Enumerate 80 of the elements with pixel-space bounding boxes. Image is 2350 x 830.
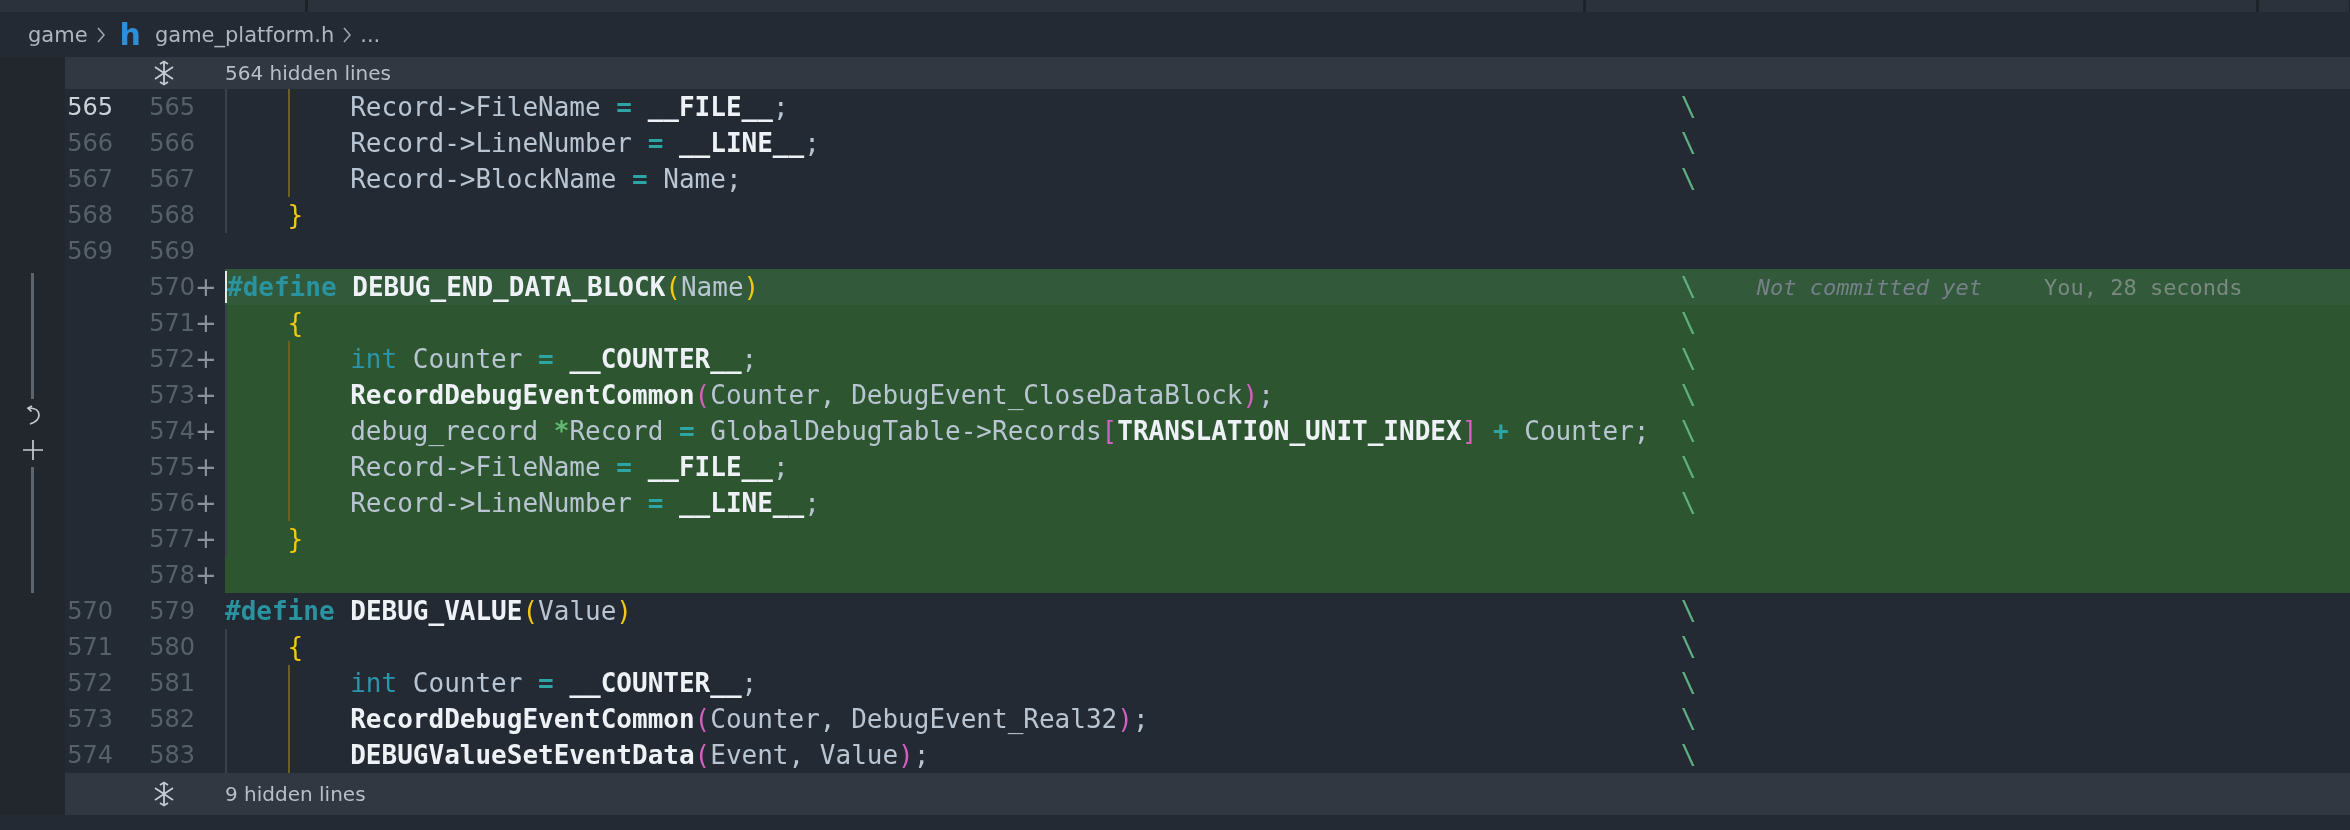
line-number: 572 bbox=[66, 668, 113, 699]
line-number: 567 bbox=[66, 164, 113, 195]
line-continuation: \ bbox=[1680, 632, 1697, 662]
line-number: 569 bbox=[66, 236, 113, 267]
line-number: 574 bbox=[148, 416, 195, 447]
line-number: 576 bbox=[148, 488, 195, 519]
line-number: 578 bbox=[148, 560, 195, 591]
hidden-lines-bar[interactable]: 9 hidden lines bbox=[65, 773, 2350, 815]
breadcrumb-item[interactable]: ... bbox=[360, 22, 381, 47]
line-number: 571 bbox=[148, 308, 195, 339]
line-number: 566 bbox=[66, 128, 113, 159]
added-line-marker: + bbox=[195, 416, 217, 446]
code-line: Record->LineNumber = __LINE__; bbox=[350, 487, 820, 520]
line-number: 569 bbox=[148, 236, 195, 267]
line-number: 572 bbox=[148, 344, 195, 375]
blame-annotation: Not committed yet bbox=[1756, 274, 1982, 300]
breadcrumb-item[interactable]: game_platform.h bbox=[154, 22, 335, 47]
code-line: RecordDebugEventCommon(Counter, DebugEvent_Real32); bbox=[350, 703, 1149, 736]
added-line-marker: + bbox=[195, 308, 217, 338]
file-icon: h bbox=[119, 19, 141, 50]
hidden-lines-label: 564 hidden lines bbox=[225, 61, 391, 85]
code-line: int Counter = __COUNTER__; bbox=[350, 667, 758, 700]
code-line: { bbox=[287, 631, 304, 664]
line-number: 575 bbox=[148, 452, 195, 483]
line-continuation: \ bbox=[1680, 416, 1697, 446]
breadcrumb-item[interactable]: game bbox=[28, 22, 88, 47]
line-number: 567 bbox=[148, 164, 195, 195]
line-number: 571 bbox=[66, 632, 113, 663]
line-number: 573 bbox=[148, 380, 195, 411]
code-line: Record->FileName = __FILE__; bbox=[350, 451, 789, 484]
line-continuation: \ bbox=[1680, 596, 1697, 626]
line-continuation: \ bbox=[1680, 668, 1697, 698]
line-continuation: \ bbox=[1680, 272, 1697, 302]
blame-author: You, 28 seconds bbox=[2043, 274, 2243, 300]
line-continuation: \ bbox=[1680, 380, 1697, 410]
code-line: Record->FileName = __FILE__; bbox=[350, 91, 789, 124]
added-line-marker: + bbox=[195, 344, 217, 374]
code-line: Record->BlockName = Name; bbox=[350, 163, 742, 196]
line-number: 577 bbox=[148, 524, 195, 555]
line-number: 570 bbox=[66, 596, 113, 627]
hidden-lines-bar[interactable]: 564 hidden lines bbox=[65, 57, 2350, 89]
line-number: 582 bbox=[148, 704, 195, 735]
line-number: 568 bbox=[148, 200, 195, 231]
line-number: 565 bbox=[66, 92, 113, 123]
code-line: #define DEBUG_VALUE(Value) bbox=[225, 595, 632, 628]
added-line-marker: + bbox=[195, 488, 217, 518]
line-number: 580 bbox=[148, 632, 195, 663]
line-continuation: \ bbox=[1680, 488, 1697, 518]
code-line: RecordDebugEventCommon(Counter, DebugEvent_CloseDataBlock); bbox=[350, 379, 1274, 412]
code-line: int Counter = __COUNTER__; bbox=[350, 343, 758, 376]
code-line: Record->LineNumber = __LINE__; bbox=[350, 127, 820, 160]
line-continuation: \ bbox=[1680, 128, 1697, 158]
added-line-marker: + bbox=[195, 380, 217, 410]
code-line: debug_record *Record = GlobalDebugTable->Records[TRANSLATION_UNIT_INDEX] + Counter; bbox=[350, 415, 1650, 448]
line-continuation: \ bbox=[1680, 452, 1697, 482]
hidden-lines-label: 9 hidden lines bbox=[225, 782, 366, 806]
added-line-marker: + bbox=[195, 452, 217, 482]
line-continuation: \ bbox=[1680, 740, 1697, 770]
line-number: 565 bbox=[148, 92, 195, 123]
code-line: { bbox=[287, 307, 304, 340]
line-continuation: \ bbox=[1680, 704, 1697, 734]
line-number: 568 bbox=[66, 200, 113, 231]
line-continuation: \ bbox=[1680, 344, 1697, 374]
line-number: 574 bbox=[66, 740, 113, 771]
line-number: 566 bbox=[148, 128, 195, 159]
line-continuation: \ bbox=[1680, 92, 1697, 122]
added-line-marker: + bbox=[195, 272, 217, 302]
line-number: 581 bbox=[148, 668, 195, 699]
code-line: #define DEBUG_END_DATA_BLOCK(Name) bbox=[227, 271, 760, 304]
line-continuation: \ bbox=[1680, 308, 1697, 338]
line-continuation: \ bbox=[1680, 164, 1697, 194]
code-line: } bbox=[287, 523, 304, 556]
added-line-marker: + bbox=[195, 560, 217, 590]
line-number: 579 bbox=[148, 596, 195, 627]
code-line: } bbox=[287, 199, 304, 232]
added-line-marker: + bbox=[195, 524, 217, 554]
line-number: 570 bbox=[148, 272, 195, 303]
code-line: DEBUGValueSetEventData(Event, Value); bbox=[350, 739, 930, 772]
line-number: 583 bbox=[148, 740, 195, 771]
line-number: 573 bbox=[66, 704, 113, 735]
